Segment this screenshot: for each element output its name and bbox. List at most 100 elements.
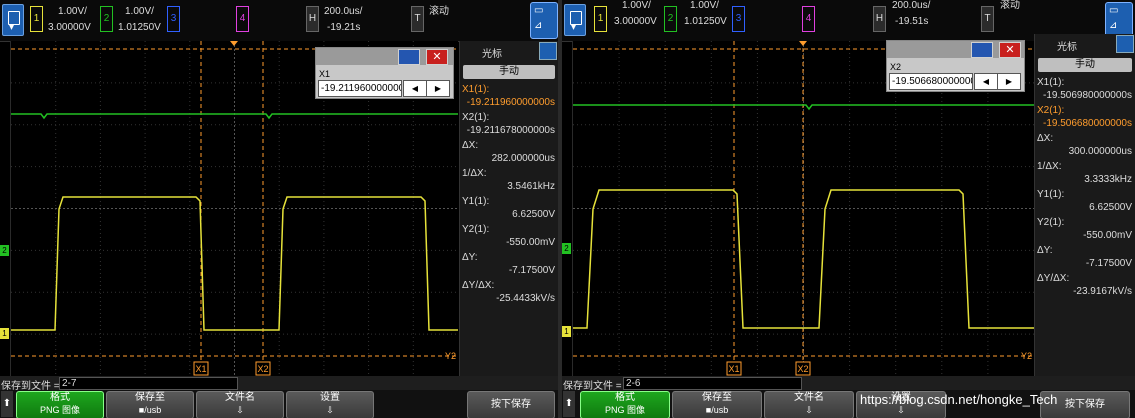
channel-1-badge[interactable]: 1 bbox=[30, 6, 43, 32]
cursor-increment-button[interactable]: ▶ bbox=[997, 73, 1021, 90]
cursor-readout-row: Y1(1): 6.62500V bbox=[1037, 188, 1132, 214]
format-label: 格式 bbox=[615, 392, 635, 403]
settings-label: 设置 bbox=[320, 392, 340, 403]
cursor-value-input[interactable]: -19.506680000000s bbox=[889, 73, 973, 90]
readout-value: -550.00mV bbox=[506, 237, 555, 248]
status-bar: 1 1.00V/ 3.00000V 2 1.00V/ 1.01250V 3 4 … bbox=[0, 0, 558, 42]
readout-value: 6.62500V bbox=[512, 209, 555, 220]
horizontal-badge[interactable]: H bbox=[306, 6, 319, 32]
channel-2-offset: 1.01250V bbox=[118, 22, 161, 33]
format-label: 格式 bbox=[50, 392, 70, 403]
scope-screen-left: 1 1.00V/ 3.00000V 2 1.00V/ 1.01250V 3 4 … bbox=[0, 0, 558, 418]
save-file-input[interactable]: 2-6 bbox=[623, 377, 802, 390]
save-to-softkey[interactable]: 保存至 ■/usb bbox=[106, 391, 194, 418]
format-value: PNG 图像 bbox=[604, 405, 645, 415]
cursor-value-input[interactable]: -19.211960000000s bbox=[318, 80, 402, 97]
zoom-icon[interactable]: ▭ ⊿ bbox=[530, 2, 558, 39]
cursor-readout-row: Y1(1): 6.62500V bbox=[462, 195, 555, 221]
softkey-bar: ⬆ 格式 PNG 图像 保存至 ■/usb 文件名 ⇩ 设置 ⇩ 按下保存 bbox=[0, 390, 558, 418]
channel-2-badge[interactable]: 2 bbox=[664, 6, 677, 32]
save-to-softkey[interactable]: 保存至 ■/usb bbox=[672, 391, 762, 418]
cursor-readout-row: X2(1): -19.506680000000s bbox=[1037, 104, 1132, 130]
channel-3-badge[interactable]: 3 bbox=[167, 6, 180, 32]
sidebar-header: 光标 bbox=[1035, 34, 1135, 54]
sidebar-menu-icon[interactable] bbox=[539, 42, 557, 60]
cursor-readout-row: 1/ΔX: 3.5461kHz bbox=[462, 167, 555, 193]
trigger-badge[interactable]: T bbox=[981, 6, 994, 32]
filename-label: 文件名 bbox=[794, 392, 824, 403]
popup-cursor-label: X2 bbox=[890, 62, 902, 72]
timebase-position: -19.51s bbox=[895, 16, 929, 27]
readout-label: X2(1): bbox=[462, 112, 490, 123]
channel-2-ground-marker[interactable]: 2 bbox=[562, 243, 571, 254]
sidebar-menu-icon[interactable] bbox=[1116, 35, 1134, 53]
cursor-readout-row: X2(1): -19.211678000000s bbox=[462, 111, 555, 137]
popup-menu-button[interactable] bbox=[398, 49, 420, 65]
format-softkey[interactable]: 格式 PNG 图像 bbox=[580, 391, 670, 418]
trigger-badge[interactable]: T bbox=[411, 6, 424, 32]
filename-arrow-icon: ⇩ bbox=[236, 405, 244, 415]
cursor-readout-row: X1(1): -19.506980000000s bbox=[1037, 76, 1132, 102]
channel-3-badge[interactable]: 3 bbox=[732, 6, 745, 32]
cursor-sidebar: 光标 手动 X1(1): -19.506980000000s X2(1): -19.5… bbox=[1034, 34, 1135, 376]
save-to-value: ■/usb bbox=[138, 405, 162, 415]
x1-cursor-label: X1 bbox=[728, 364, 739, 374]
sidebar-header: 光标 bbox=[460, 41, 558, 61]
save-file-bar: 保存到文件 = 2-7 bbox=[0, 376, 558, 392]
readout-value: 6.62500V bbox=[1089, 202, 1132, 213]
filename-softkey[interactable]: 文件名 ⇩ bbox=[764, 391, 854, 418]
x2-cursor-label: X2 bbox=[257, 364, 268, 374]
press-to-save-softkey[interactable]: 按下保存 bbox=[467, 391, 555, 418]
trigger-mode: 滚动 bbox=[429, 6, 449, 17]
y2-cursor-label: Y2 bbox=[1021, 351, 1032, 361]
format-value: PNG 图像 bbox=[39, 405, 80, 415]
filename-softkey[interactable]: 文件名 ⇩ bbox=[196, 391, 284, 418]
channel-1-ground-marker[interactable]: 1 bbox=[0, 328, 9, 339]
cursor-mode-button[interactable]: 手动 bbox=[463, 65, 555, 79]
channel-1-ground-marker[interactable]: 1 bbox=[562, 326, 571, 337]
timebase-scale: 200.0us/ bbox=[324, 6, 363, 17]
cursor-increment-button[interactable]: ▶ bbox=[426, 80, 450, 97]
timebase-scale: 200.0us/ bbox=[892, 0, 931, 11]
cursor-decrement-button[interactable]: ◀ bbox=[403, 80, 427, 97]
cursor-mode-button[interactable]: 手动 bbox=[1038, 58, 1132, 72]
horizontal-badge[interactable]: H bbox=[873, 6, 886, 32]
main-menu-button[interactable] bbox=[2, 4, 24, 36]
readout-label: ΔX: bbox=[462, 140, 479, 151]
trigger-mode: 滚动 bbox=[1000, 0, 1020, 11]
cursor-readout-row: ΔX: 282.000000us bbox=[462, 139, 555, 165]
x2-cursor-label: X2 bbox=[797, 364, 808, 374]
cursor-readout-row: 1/ΔX: 3.3333kHz bbox=[1037, 160, 1132, 186]
timebase-position: -19.21s bbox=[327, 22, 361, 33]
channel-2-ground-marker[interactable]: 2 bbox=[0, 245, 9, 256]
readout-label: X1(1): bbox=[462, 84, 490, 95]
sidebar-title: 光标 bbox=[1057, 42, 1077, 53]
back-icon[interactable]: ⬆ bbox=[563, 391, 575, 417]
channel-2-scale: 1.00V/ bbox=[125, 6, 154, 17]
channel-4-badge[interactable]: 4 bbox=[236, 6, 249, 32]
popup-close-button[interactable]: ✕ bbox=[426, 49, 448, 65]
save-file-input[interactable]: 2-7 bbox=[59, 377, 238, 390]
cursor-readout-row: ΔY/ΔX: -23.9167kV/s bbox=[1037, 272, 1132, 298]
main-menu-button[interactable] bbox=[564, 4, 586, 36]
cursor-decrement-button[interactable]: ◀ bbox=[974, 73, 998, 90]
readout-label: Y1(1): bbox=[462, 196, 490, 207]
channel-2-badge[interactable]: 2 bbox=[100, 6, 113, 32]
channel-1-scale: 1.00V/ bbox=[58, 6, 87, 17]
readout-value: -19.506680000000s bbox=[1043, 118, 1132, 129]
popup-menu-button[interactable] bbox=[971, 42, 993, 58]
readout-label: Y2(1): bbox=[462, 224, 490, 235]
scope-screen-right: 1 1.00V/ 3.00000V 2 1.00V/ 1.01250V 3 4 … bbox=[562, 0, 1135, 418]
cursor-readout-row: ΔY/ΔX: -25.4433kV/s bbox=[462, 279, 555, 305]
settings-softkey[interactable]: 设置 ⇩ bbox=[286, 391, 374, 418]
trigger-marker bbox=[799, 41, 807, 46]
format-softkey[interactable]: 格式 PNG 图像 bbox=[16, 391, 104, 418]
filename-label: 文件名 bbox=[225, 392, 255, 403]
back-icon[interactable]: ⬆ bbox=[1, 391, 13, 417]
save-to-label: 保存至 bbox=[702, 392, 732, 403]
popup-close-button[interactable]: ✕ bbox=[999, 42, 1021, 58]
readout-value: 3.3333kHz bbox=[1084, 174, 1132, 185]
channel-1-badge[interactable]: 1 bbox=[594, 6, 607, 32]
readout-value: -19.211960000000s bbox=[466, 97, 555, 108]
channel-4-badge[interactable]: 4 bbox=[802, 6, 815, 32]
